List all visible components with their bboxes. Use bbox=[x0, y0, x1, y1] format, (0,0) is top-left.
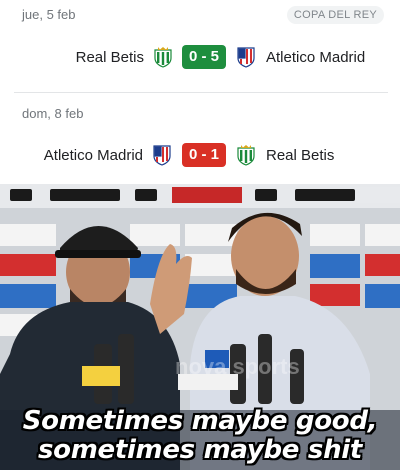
atletico-crest-icon bbox=[237, 47, 255, 68]
score-badge: 0 - 5 bbox=[182, 45, 226, 69]
betis-crest-icon bbox=[154, 47, 172, 68]
betis-crest-icon bbox=[237, 145, 255, 166]
meme-caption-line-1: Sometimes maybe good, bbox=[22, 406, 378, 436]
away-team-name: Real Betis bbox=[266, 147, 335, 164]
score-badge: 0 - 1 bbox=[182, 143, 226, 167]
competition-badge: COPA DEL REY bbox=[286, 6, 384, 24]
match-date: dom, 8 feb bbox=[22, 106, 84, 121]
match-card-2[interactable]: dom, 8 feb Atletico Madrid 0 - 1 Real Be… bbox=[0, 93, 400, 181]
match-date: jue, 5 feb bbox=[22, 7, 76, 22]
home-team-name: Atletico Madrid bbox=[43, 147, 143, 164]
match-card-1[interactable]: jue, 5 feb COPA DEL REY Real Betis 0 - 5… bbox=[0, 0, 400, 92]
away-team-name: Atletico Madrid bbox=[266, 49, 366, 66]
match-row[interactable]: Real Betis 0 - 5 Atletico Madrid bbox=[0, 45, 400, 73]
home-team-name: Real Betis bbox=[75, 49, 144, 66]
sponsor-watermark: nova sports bbox=[175, 354, 300, 379]
meme-image: nova sports Sometimes maybe good, someti… bbox=[0, 184, 400, 470]
meme-caption-line-2: sometimes maybe shit bbox=[37, 435, 363, 465]
atletico-crest-icon bbox=[153, 145, 171, 166]
match-row[interactable]: Atletico Madrid 0 - 1 Real Betis bbox=[0, 143, 400, 171]
